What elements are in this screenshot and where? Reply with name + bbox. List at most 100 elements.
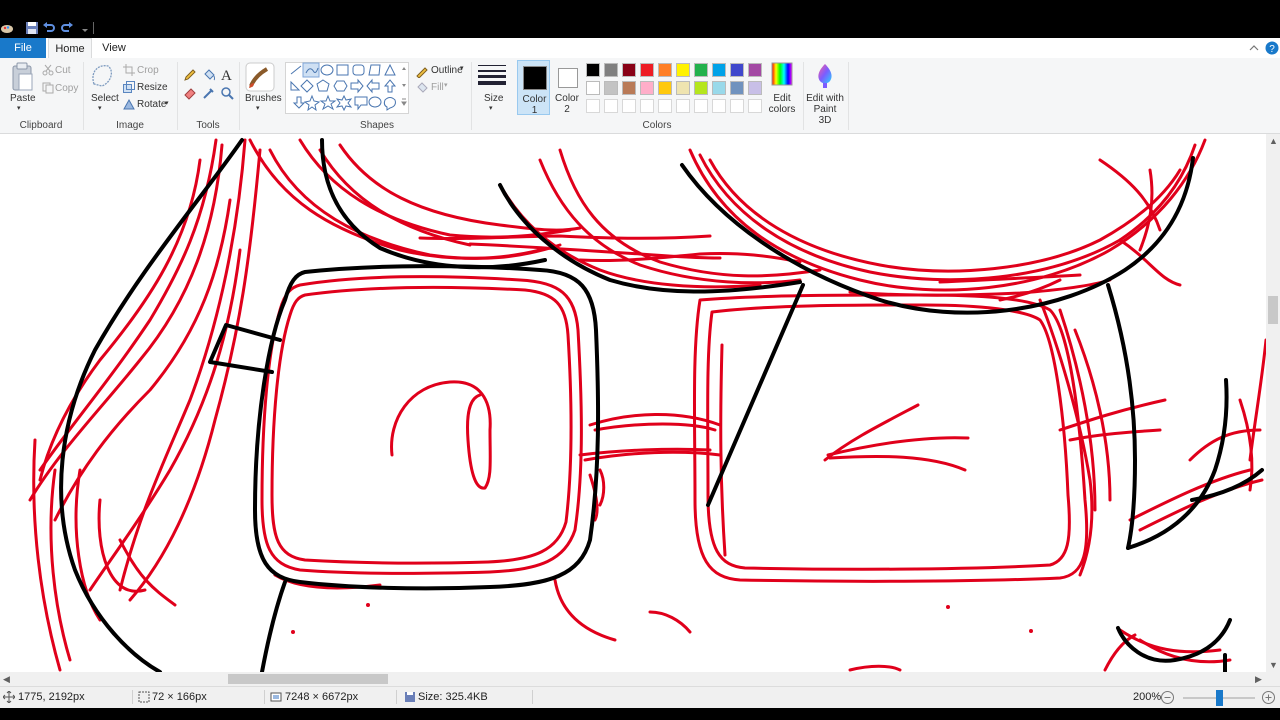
- size-dropdown-icon[interactable]: ▾: [489, 104, 493, 112]
- eraser-icon[interactable]: [183, 86, 197, 100]
- crop-icon: [123, 64, 135, 76]
- palette-swatch[interactable]: [730, 63, 744, 77]
- palette-swatch[interactable]: [694, 99, 708, 113]
- edit-colors-label[interactable]: Edit: [766, 93, 798, 104]
- palette-swatch[interactable]: [604, 81, 618, 95]
- vertical-scrollbar[interactable]: [1266, 134, 1280, 672]
- shapes-gallery[interactable]: [285, 62, 409, 114]
- select-dropdown-icon[interactable]: ▾: [98, 104, 102, 112]
- palette-swatch[interactable]: [658, 99, 672, 113]
- crop-button[interactable]: Crop: [137, 65, 159, 76]
- tab-home[interactable]: Home: [48, 38, 92, 58]
- horizontal-scrollbar[interactable]: [0, 672, 1266, 686]
- brushes-button[interactable]: Brushes: [245, 93, 282, 104]
- size-button[interactable]: Size: [484, 93, 503, 104]
- cursor-position-icon: [3, 691, 15, 703]
- palette-swatch[interactable]: [712, 63, 726, 77]
- copy-button[interactable]: Copy: [55, 83, 78, 94]
- palette-swatch[interactable]: [640, 81, 654, 95]
- palette-swatch[interactable]: [604, 99, 618, 113]
- color2-button[interactable]: Color 2: [553, 60, 581, 115]
- scroll-up-icon[interactable]: ▲: [1269, 136, 1278, 146]
- horizontal-scroll-thumb[interactable]: [228, 674, 388, 684]
- paste-dropdown-icon[interactable]: ▾: [17, 104, 21, 112]
- fill-bucket-icon[interactable]: [202, 68, 216, 82]
- outline-button[interactable]: Outline: [431, 65, 463, 76]
- palette-swatch[interactable]: [730, 99, 744, 113]
- scroll-left-icon[interactable]: ◀: [3, 674, 10, 684]
- scroll-right-icon[interactable]: ▶: [1255, 674, 1262, 684]
- palette-swatch[interactable]: [676, 99, 690, 113]
- outline-dropdown-icon[interactable]: ▾: [460, 64, 464, 72]
- palette-swatch[interactable]: [640, 99, 654, 113]
- paint3d-icon[interactable]: [814, 63, 836, 89]
- palette-swatch[interactable]: [586, 99, 600, 113]
- vertical-scroll-thumb[interactable]: [1268, 296, 1278, 324]
- text-icon[interactable]: A: [220, 67, 234, 83]
- save-icon[interactable]: [25, 21, 39, 35]
- paint3d-label[interactable]: Edit with: [806, 93, 844, 104]
- size-icon[interactable]: [478, 64, 506, 86]
- palette-swatch[interactable]: [712, 81, 726, 95]
- palette-swatch[interactable]: [622, 81, 636, 95]
- brushes-icon[interactable]: [245, 62, 275, 92]
- scroll-corner: [1266, 672, 1280, 686]
- colors-group-label: Colors: [642, 120, 672, 131]
- palette-swatch[interactable]: [658, 81, 672, 95]
- color-picker-icon[interactable]: [202, 86, 216, 100]
- rotate-button[interactable]: Rotate: [137, 99, 166, 110]
- zoom-slider-thumb[interactable]: [1216, 690, 1223, 706]
- minimize-ribbon-icon[interactable]: [1247, 41, 1261, 55]
- tab-view[interactable]: View: [96, 38, 132, 58]
- palette-swatch[interactable]: [676, 63, 690, 77]
- undo-icon[interactable]: [42, 21, 56, 35]
- scroll-down-icon[interactable]: ▼: [1269, 660, 1278, 670]
- select-icon[interactable]: [90, 62, 114, 90]
- palette-swatch[interactable]: [586, 81, 600, 95]
- paste-button[interactable]: Paste: [10, 93, 36, 104]
- shapes-group-label: Shapes: [360, 120, 394, 131]
- rotate-dropdown-icon[interactable]: ▾: [165, 99, 169, 107]
- selection-size-icon: [138, 691, 150, 703]
- zoom-out-icon[interactable]: [1161, 691, 1174, 704]
- paint3d-label-2[interactable]: Paint 3D: [806, 104, 844, 126]
- tab-file[interactable]: File: [0, 38, 46, 58]
- customize-toolbar-icon[interactable]: [78, 21, 88, 35]
- edit-colors-label-2[interactable]: colors: [766, 104, 798, 115]
- palette-swatch[interactable]: [694, 81, 708, 95]
- copy-icon: [42, 82, 54, 94]
- palette-swatch[interactable]: [676, 81, 690, 95]
- group-divider: [803, 62, 804, 130]
- palette-swatch[interactable]: [640, 63, 654, 77]
- color1-button[interactable]: Color 1: [517, 60, 550, 116]
- palette-swatch[interactable]: [712, 99, 726, 113]
- paste-icon[interactable]: [10, 62, 34, 92]
- redo-icon[interactable]: [60, 21, 74, 35]
- palette-swatch[interactable]: [748, 63, 762, 77]
- palette-swatch[interactable]: [604, 63, 618, 77]
- palette-swatch[interactable]: [622, 63, 636, 77]
- magnifier-icon[interactable]: [220, 86, 234, 100]
- palette-swatch[interactable]: [694, 63, 708, 77]
- drawing-canvas[interactable]: [0, 134, 1266, 672]
- edit-colors-icon[interactable]: [771, 62, 793, 86]
- cut-button[interactable]: Cut: [55, 65, 71, 76]
- zoom-in-icon[interactable]: [1262, 691, 1275, 704]
- cursor-position: 1775, 2192px: [18, 691, 85, 703]
- palette-swatch[interactable]: [730, 81, 744, 95]
- outline-icon[interactable]: [415, 64, 429, 78]
- fill-dropdown-icon[interactable]: ▾: [444, 81, 448, 89]
- tools-group-label: Tools: [196, 120, 220, 131]
- palette-swatch[interactable]: [658, 63, 672, 77]
- palette-swatch[interactable]: [748, 81, 762, 95]
- palette-swatch[interactable]: [586, 63, 600, 77]
- resize-button[interactable]: Resize: [137, 82, 168, 93]
- pencil-icon[interactable]: [183, 68, 197, 82]
- select-button[interactable]: Select: [91, 93, 119, 104]
- palette-swatch[interactable]: [748, 99, 762, 113]
- fill-button[interactable]: Fill: [431, 82, 444, 93]
- help-icon[interactable]: ?: [1265, 41, 1279, 55]
- zoom-level: 200%: [1133, 691, 1162, 703]
- palette-swatch[interactable]: [622, 99, 636, 113]
- brushes-dropdown-icon[interactable]: ▾: [256, 104, 260, 112]
